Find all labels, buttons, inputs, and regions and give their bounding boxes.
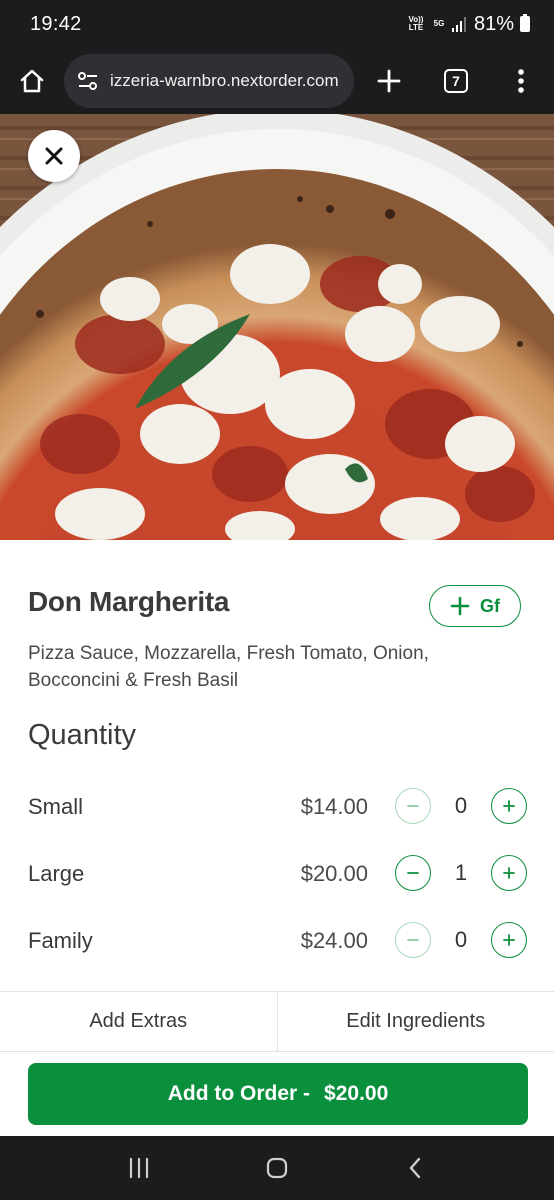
network-5g-indicator: 5G xyxy=(433,19,445,28)
system-nav-bar xyxy=(0,1136,554,1200)
decrease-quantity-button[interactable] xyxy=(395,788,431,824)
size-price: $14.00 xyxy=(300,794,368,819)
decrease-quantity-button[interactable] xyxy=(395,855,431,891)
size-price: $24.00 xyxy=(300,928,368,953)
size-price: $20.00 xyxy=(300,861,368,886)
tabs-icon: 7 xyxy=(444,69,468,93)
recent-apps-icon xyxy=(129,1157,149,1179)
product-title: Don Margherita xyxy=(28,586,230,617)
back-button[interactable] xyxy=(385,1136,445,1200)
more-vert-icon xyxy=(518,69,524,93)
tab-count: 7 xyxy=(452,73,460,89)
home-nav-button[interactable] xyxy=(247,1136,307,1200)
plus-icon xyxy=(503,800,515,812)
quantity-heading: Quantity xyxy=(28,719,136,751)
volte-indicator: Vo)) LTE xyxy=(408,15,424,32)
close-button[interactable] xyxy=(28,130,80,182)
pizza-image xyxy=(0,114,554,540)
quantity-value: 0 xyxy=(454,927,468,952)
url-text: izzeria-warnbro.nextorder.com xyxy=(110,71,339,90)
battery-icon xyxy=(520,14,530,32)
increase-quantity-button[interactable] xyxy=(491,788,527,824)
home-icon xyxy=(20,69,44,93)
browser-toolbar: izzeria-warnbro.nextorder.com 7 xyxy=(0,48,554,114)
increase-quantity-button[interactable] xyxy=(491,855,527,891)
status-bar: 19:42 Vo)) LTE 5G 81% xyxy=(0,0,554,48)
size-name: Family xyxy=(28,928,93,953)
back-icon xyxy=(409,1157,421,1179)
plus-icon xyxy=(503,934,515,946)
size-name: Large xyxy=(28,861,85,886)
status-icons: Vo)) LTE 5G 81% xyxy=(406,13,530,36)
order-total: $20.00 xyxy=(324,1082,389,1105)
add-extras-button[interactable]: Add Extras xyxy=(0,992,277,1051)
battery-percent: 81% xyxy=(473,12,514,35)
minus-icon xyxy=(407,805,419,807)
plus-icon xyxy=(450,596,470,616)
add-to-order-label: Add to Order - xyxy=(167,1082,311,1105)
home-button[interactable] xyxy=(0,48,64,114)
size-row-family: Family $24.00 0 xyxy=(0,920,554,964)
minus-icon xyxy=(407,939,419,941)
status-time: 19:42 xyxy=(30,12,82,35)
gluten-free-label: Gf xyxy=(480,595,500,616)
gluten-free-button[interactable]: Gf xyxy=(429,585,521,627)
browser-menu-button[interactable] xyxy=(488,48,554,114)
minus-icon xyxy=(407,872,419,874)
quantity-value: 0 xyxy=(454,793,468,818)
increase-quantity-button[interactable] xyxy=(491,922,527,958)
add-to-order-button[interactable]: Add to Order - $20.00 xyxy=(28,1063,528,1125)
signal-icon xyxy=(451,16,468,32)
product-description: Pizza Sauce, Mozzarella, Fresh Tomato, O… xyxy=(28,643,429,691)
size-row-small: Small $14.00 0 xyxy=(0,786,554,830)
address-bar[interactable]: izzeria-warnbro.nextorder.com xyxy=(64,54,354,108)
edit-ingredients-button[interactable]: Edit Ingredients xyxy=(276,992,554,1051)
decrease-quantity-button[interactable] xyxy=(395,922,431,958)
action-tabs: Add Extras Edit Ingredients xyxy=(0,991,554,1052)
home-nav-icon xyxy=(266,1157,288,1179)
new-tab-button[interactable] xyxy=(354,48,424,114)
recent-apps-button[interactable] xyxy=(109,1136,169,1200)
plus-icon xyxy=(377,69,401,93)
size-row-large: Large $20.00 1 xyxy=(0,853,554,897)
product-image xyxy=(0,114,554,540)
close-icon xyxy=(45,147,63,165)
tab-switcher-button[interactable]: 7 xyxy=(424,48,488,114)
site-settings-icon[interactable] xyxy=(76,69,100,93)
quantity-value: 1 xyxy=(454,860,468,885)
size-name: Small xyxy=(28,794,84,819)
plus-icon xyxy=(503,867,515,879)
